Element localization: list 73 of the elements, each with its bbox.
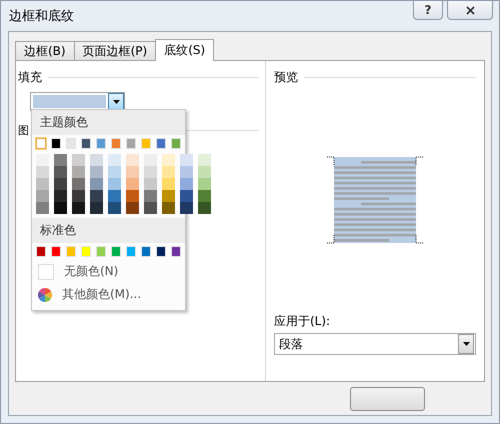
color-swatch[interactable] <box>162 190 175 202</box>
color-wheel-icon <box>38 288 52 302</box>
color-swatch[interactable] <box>54 154 67 166</box>
color-swatch[interactable] <box>180 178 193 190</box>
color-swatch[interactable] <box>90 166 103 178</box>
color-swatch[interactable] <box>54 178 67 190</box>
color-swatch[interactable] <box>36 154 49 166</box>
color-swatch[interactable] <box>126 178 139 190</box>
color-swatch[interactable] <box>126 166 139 178</box>
color-swatch[interactable] <box>198 190 211 202</box>
color-swatch[interactable] <box>90 202 103 214</box>
color-swatch[interactable] <box>198 202 211 214</box>
color-swatch[interactable] <box>36 202 49 214</box>
color-swatch[interactable] <box>36 190 49 202</box>
color-swatch[interactable] <box>180 154 193 166</box>
pattern-heading: 图 <box>18 123 29 138</box>
menu-heading: 主题颜色 <box>32 110 185 135</box>
color-swatch[interactable] <box>180 166 193 178</box>
color-swatch[interactable] <box>90 178 103 190</box>
more-colors-item[interactable]: 其他颜色(M)... <box>32 283 148 306</box>
empty-swatch-icon <box>38 264 54 280</box>
color-swatch[interactable] <box>36 178 49 190</box>
color-swatch[interactable] <box>198 154 211 166</box>
color-swatch[interactable] <box>108 202 121 214</box>
color-swatch[interactable] <box>126 154 139 166</box>
tab[interactable]: 边框(B) <box>15 41 75 60</box>
color-swatch[interactable] <box>54 166 67 178</box>
color-swatch[interactable] <box>108 190 121 202</box>
caret-icon <box>112 100 120 104</box>
color-swatch[interactable] <box>90 154 103 166</box>
color-swatch[interactable] <box>144 190 157 202</box>
color-swatch[interactable] <box>162 166 175 178</box>
preview-heading: 预览 <box>274 69 298 86</box>
fill-heading: 填充 <box>18 69 42 86</box>
color-swatch[interactable] <box>72 178 85 190</box>
color-swatch[interactable] <box>144 166 157 178</box>
color-swatch[interactable] <box>162 178 175 190</box>
tab[interactable]: 底纹(S) <box>155 39 214 61</box>
color-swatch[interactable] <box>108 178 121 190</box>
window-title: 边框和底纹 <box>9 8 74 25</box>
color-swatch[interactable] <box>144 202 157 214</box>
color-swatch[interactable] <box>180 202 193 214</box>
caret-icon <box>462 342 470 346</box>
color-swatch[interactable] <box>198 166 211 178</box>
help-button[interactable]: ? <box>413 1 443 20</box>
color-swatch[interactable] <box>144 154 157 166</box>
color-swatch[interactable] <box>108 166 121 178</box>
no-color-item[interactable]: 无颜色(N) <box>32 260 124 283</box>
color-swatch[interactable] <box>126 190 139 202</box>
dialog-button[interactable] <box>350 386 425 410</box>
color-swatch[interactable] <box>162 154 175 166</box>
color-swatch[interactable] <box>54 202 67 214</box>
color-swatch[interactable] <box>72 190 85 202</box>
color-swatch[interactable] <box>54 190 67 202</box>
color-swatch[interactable] <box>72 202 85 214</box>
color-swatch[interactable] <box>36 166 49 178</box>
close-icon <box>466 6 474 14</box>
color-swatch[interactable] <box>162 202 175 214</box>
color-swatch[interactable] <box>36 138 46 149</box>
color-swatch[interactable] <box>198 178 211 190</box>
apply-to-label: 应用于(L): <box>274 313 332 330</box>
color-swatch[interactable] <box>126 202 139 214</box>
close-button[interactable] <box>447 1 493 20</box>
color-swatch[interactable] <box>144 178 157 190</box>
apply-to-select[interactable]: 段落 <box>274 333 476 355</box>
color-swatch[interactable] <box>180 190 193 202</box>
color-swatch[interactable] <box>72 154 85 166</box>
color-swatch[interactable] <box>108 154 121 166</box>
menu-heading: 标准色 <box>32 218 185 243</box>
color-swatch[interactable] <box>90 190 103 202</box>
tab[interactable]: 页面边框(P) <box>74 41 156 60</box>
fill-color-dropdown[interactable] <box>30 92 125 111</box>
color-swatch[interactable] <box>72 166 85 178</box>
